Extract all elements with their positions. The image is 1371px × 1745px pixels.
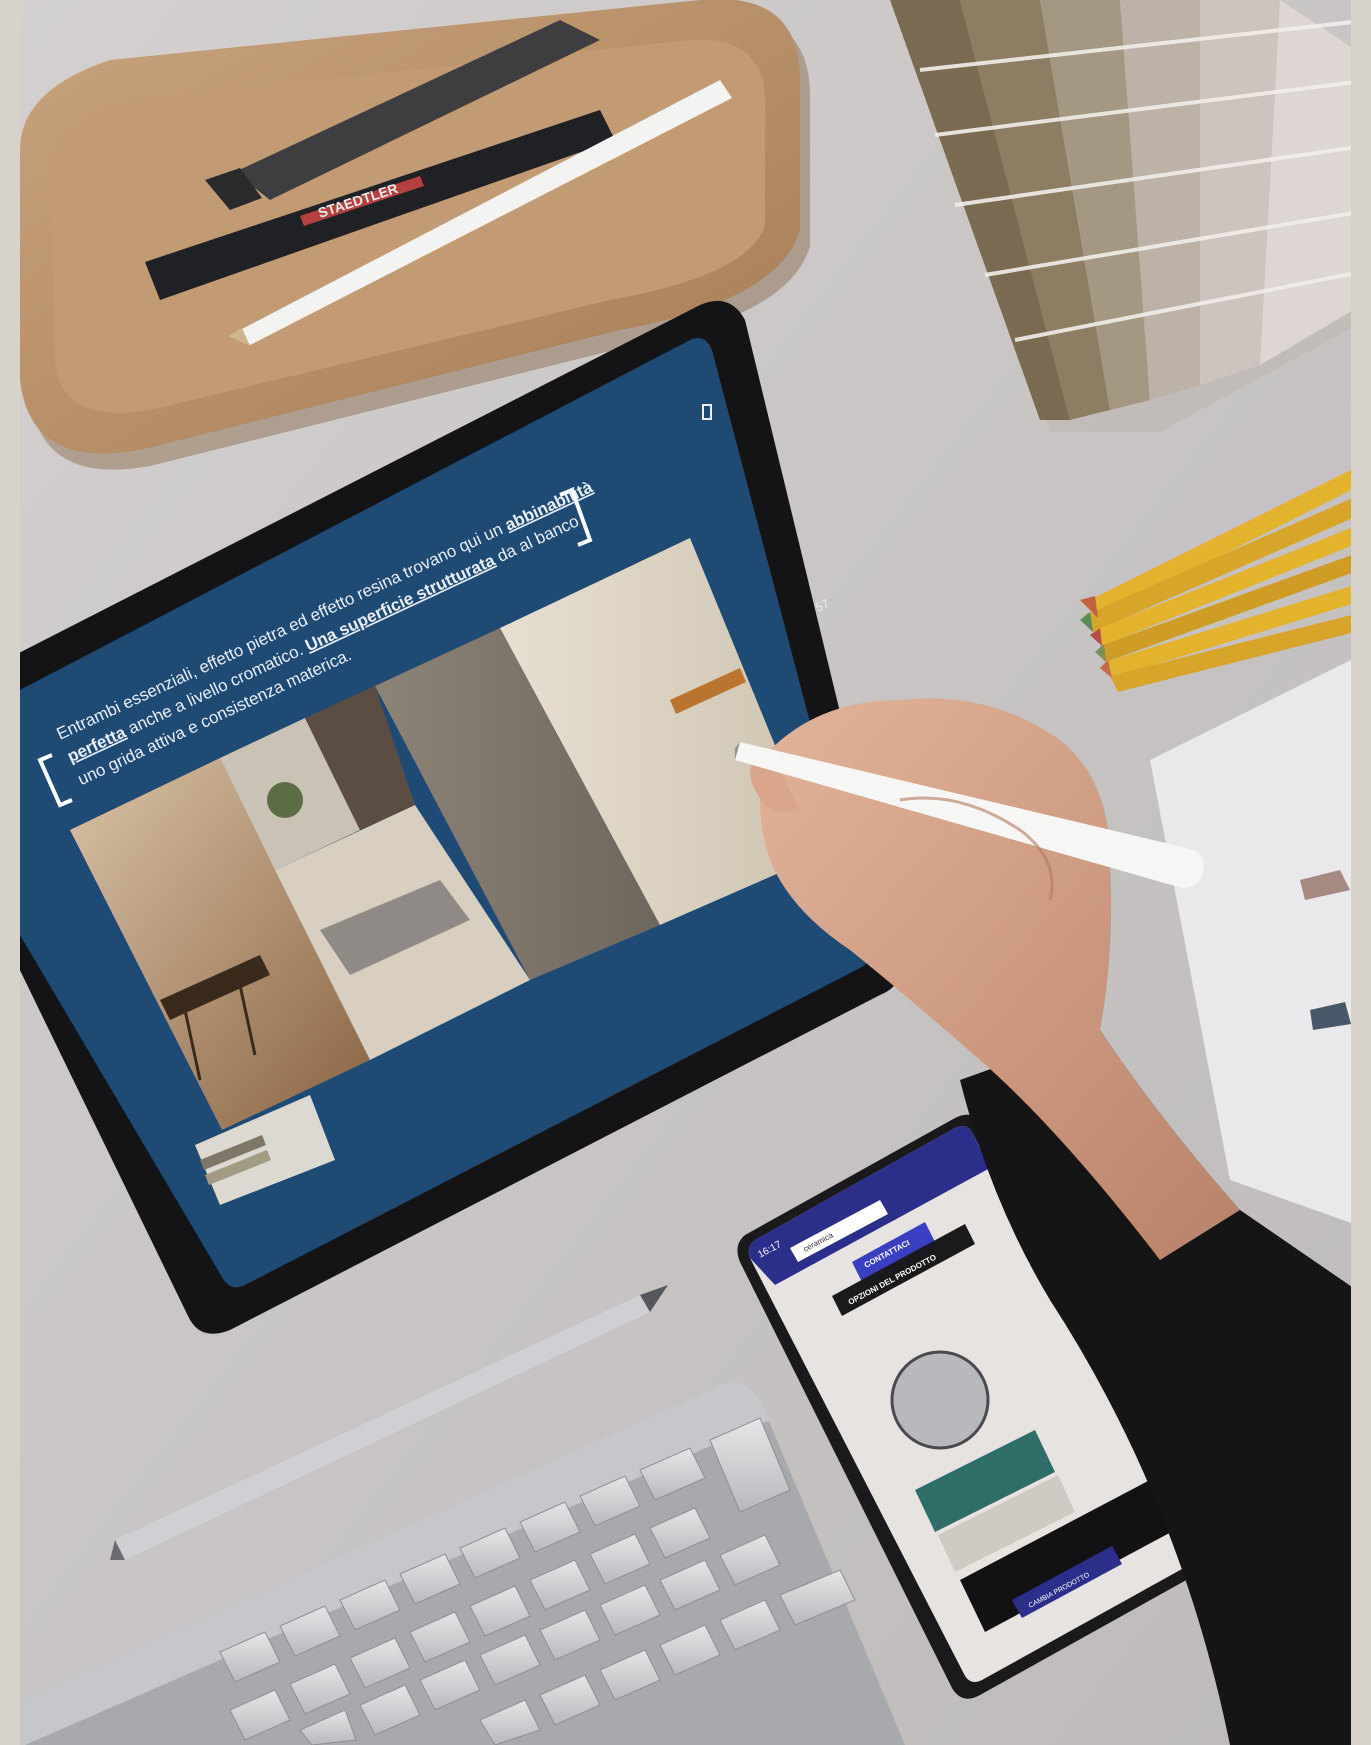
photo-stage: STAEDTLER Entrambi essenziali, effetto p… bbox=[0, 0, 1371, 1745]
desk-photo: STAEDTLER Entrambi essenziali, effetto p… bbox=[0, 0, 1371, 1745]
right-border bbox=[1351, 0, 1371, 1745]
phone-mirror bbox=[890, 1350, 990, 1450]
left-border bbox=[0, 0, 20, 1745]
